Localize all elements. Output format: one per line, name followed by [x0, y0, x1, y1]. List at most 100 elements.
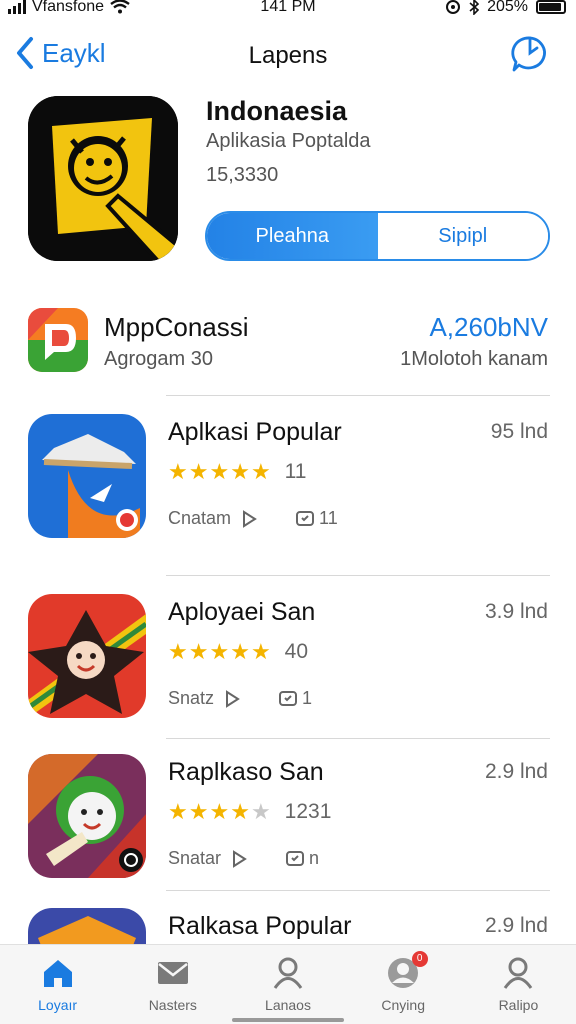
tab-profile[interactable]: Ralipo — [461, 945, 576, 1024]
star-icon: ★ — [168, 639, 188, 664]
featured-app-subtitle: Agrogam 30 — [104, 348, 213, 370]
featured-app-row[interactable]: MppConassi Agrogam 30 A,260bNV 1Molotoh … — [28, 308, 548, 378]
app-name: Raplkaso San — [168, 758, 324, 786]
app-list-item[interactable]: Aplkasi Popular 95 lnd ★ ★ ★ ★ ★ 11 Cnatam 1… — [28, 414, 550, 544]
star-icon: ★ — [209, 459, 230, 484]
app-meta: Snatar n — [168, 848, 319, 869]
comment-count: n — [285, 848, 319, 869]
hero-app-subtitle: Aplikasia Poptalda — [206, 130, 371, 152]
star-rating: ★ ★ ★ ★ ★ — [168, 641, 271, 663]
app-size: 3.9 lnd — [484, 600, 548, 623]
tab-home[interactable]: Loyaır — [0, 945, 115, 1024]
app-rating: ★ ★ ★ ★ ★ 11 — [168, 460, 306, 484]
comment-icon — [286, 850, 305, 866]
segment-primary[interactable]: Pleahna — [207, 213, 378, 259]
star-icon: ★ — [188, 799, 209, 824]
star-icon: ★ — [230, 799, 250, 824]
segmented-control: Pleahna Sipipl — [205, 211, 550, 261]
meta-label: Snatz — [168, 688, 215, 708]
star-icon: ★ — [209, 639, 230, 664]
hero-app-count: 15,3330 — [206, 164, 279, 186]
comment-count: 1 — [278, 688, 312, 709]
app-icon — [28, 414, 146, 538]
rating-count: 40 — [284, 640, 309, 663]
play-icon — [226, 689, 240, 708]
tab-label: Ralipo — [498, 997, 539, 1013]
mail-icon — [157, 962, 188, 984]
tab-label: Lanaos — [265, 997, 311, 1013]
home-indicator — [232, 1018, 344, 1022]
tab-activity[interactable]: 0 Cnying — [346, 945, 461, 1024]
divider — [166, 575, 550, 576]
app-list-item[interactable]: Raplkaso San 2.9 lnd ★ ★ ★ ★ ★ 1231 Snatar n — [28, 754, 550, 884]
divider — [166, 890, 550, 891]
chat-bubble-icon[interactable] — [510, 34, 550, 74]
person-icon — [504, 957, 533, 989]
comment-count-value: 11 — [319, 508, 338, 528]
app-name: Ralkasa Popular — [168, 912, 352, 940]
tab-label: Nasters — [148, 997, 197, 1013]
app-size: 2.9 lnd — [484, 760, 548, 783]
play-icon — [233, 849, 247, 868]
app-name: Aployaei San — [168, 598, 316, 626]
comment-count: 11 — [295, 508, 338, 529]
star-icon: ★ — [188, 459, 209, 484]
featured-app-name: MppConassi — [104, 312, 249, 342]
featured-app-icon — [28, 308, 88, 372]
person-icon — [273, 957, 303, 989]
star-icon: ★ — [168, 459, 188, 484]
app-name: Aplkasi Popular — [168, 418, 342, 446]
notification-badge: 0 — [411, 951, 428, 967]
star-icon: ★ — [250, 639, 271, 664]
comment-count-value: n — [309, 848, 320, 868]
star-rating: ★ ★ ★ ★ ★ — [168, 461, 271, 483]
rating-count: 1231 — [284, 800, 332, 823]
battery-icon — [536, 0, 566, 14]
battery-percent: 205% — [487, 0, 528, 15]
app-meta: Snatz 1 — [168, 688, 312, 709]
navigation-bar: Eaykl Lapens — [0, 30, 576, 80]
app-icon — [28, 594, 146, 718]
star-icon: ★ — [168, 799, 188, 824]
featured-app-downloads: 1Molotoh kanam — [400, 348, 548, 370]
comment-icon — [296, 510, 315, 526]
segment-secondary[interactable]: Sipipl — [377, 213, 548, 259]
location-icon — [446, 0, 461, 14]
star-icon: ★ — [250, 799, 271, 824]
app-size: 2.9 lnd — [484, 914, 548, 937]
hero-app-icon[interactable] — [28, 96, 178, 261]
app-list-item[interactable]: Aployaei San 3.9 lnd ★ ★ ★ ★ ★ 40 Snatz 1 — [28, 594, 550, 724]
status-right: 205% — [445, 0, 566, 16]
tab-messages[interactable]: Nasters — [115, 945, 230, 1024]
divider — [166, 738, 550, 739]
star-icon: ★ — [230, 639, 250, 664]
star-rating: ★ ★ ★ ★ ★ — [168, 801, 271, 823]
page-title: Lapens — [248, 42, 328, 69]
comment-icon — [279, 690, 298, 706]
status-bar: Vfansfone 141 PM 205% — [0, 0, 576, 18]
app-rating: ★ ★ ★ ★ ★ 1231 — [168, 800, 331, 824]
tab-people[interactable]: Lanaos — [230, 945, 345, 1024]
star-icon: ★ — [230, 459, 250, 484]
tab-label: Loyaır — [38, 997, 78, 1013]
star-icon: ★ — [250, 459, 271, 484]
tab-bar: Loyaır Nasters Lanaos 0 Cnying Ralipo — [0, 944, 576, 1024]
tab-label: Cnying — [381, 997, 425, 1013]
hero-app-card[interactable]: Indonaesia Aplikasia Poptalda 15,3330 Pl… — [28, 96, 550, 266]
app-size: 95 lnd — [490, 420, 548, 443]
app-rating: ★ ★ ★ ★ ★ 40 — [168, 640, 308, 664]
featured-app-price[interactable]: A,260bNV — [429, 312, 548, 343]
app-icon — [28, 754, 146, 878]
meta-label: Snatar — [168, 848, 222, 868]
rating-count: 11 — [284, 460, 307, 483]
meta-label: Cnatam — [168, 508, 232, 528]
divider — [166, 395, 550, 396]
app-meta: Cnatam 11 — [168, 508, 338, 529]
star-icon: ★ — [209, 799, 230, 824]
comment-count-value: 1 — [302, 688, 313, 708]
star-icon: ★ — [188, 639, 209, 664]
home-icon — [43, 960, 72, 987]
bluetooth-icon — [469, 0, 480, 15]
hero-app-title: Indonaesia — [206, 96, 348, 126]
play-icon — [243, 509, 257, 528]
